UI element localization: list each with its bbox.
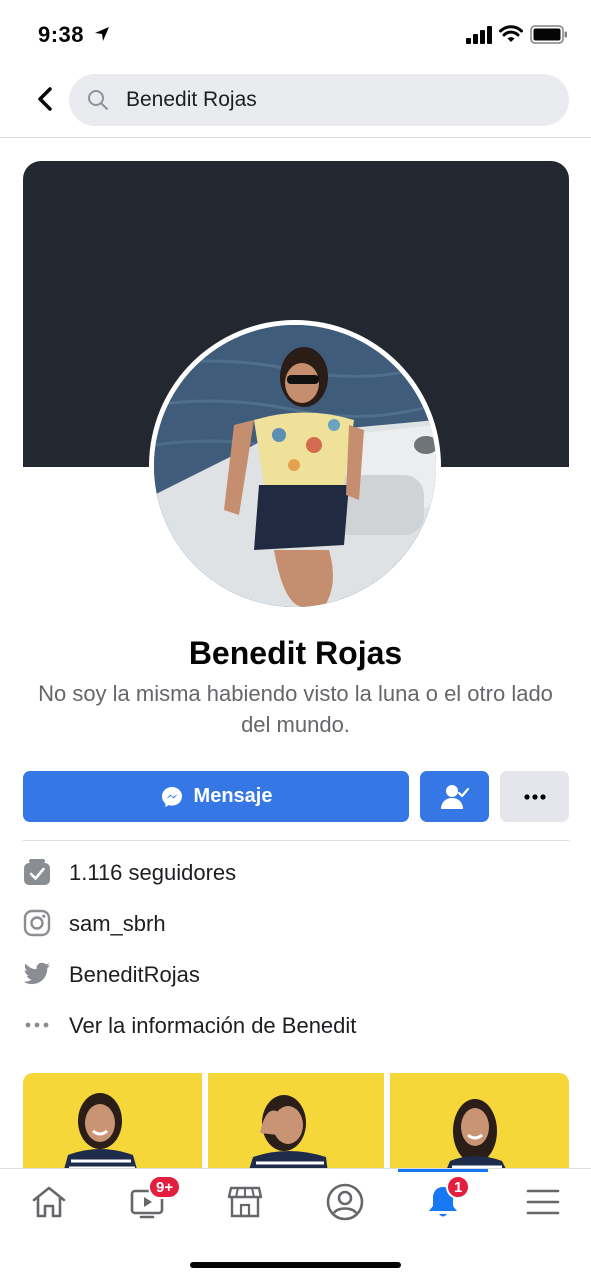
profile-bio: No soy la misma habiendo visto la luna o… [38, 681, 553, 737]
chevron-left-icon [38, 87, 52, 111]
followers-icon [23, 858, 51, 886]
instagram-handle[interactable]: sam_sbrh [69, 911, 166, 937]
twitter-row[interactable]: BeneditRojas [23, 954, 569, 994]
twitter-icon [23, 960, 51, 988]
search-query: Benedit Rojas [126, 88, 257, 111]
photo-thumbnail[interactable] [390, 1073, 569, 1173]
status-bar: 9:38 [0, 0, 591, 70]
nav-menu[interactable] [518, 1181, 568, 1223]
messenger-icon [161, 786, 182, 807]
search-header: Benedit Rojas [0, 70, 591, 138]
more-dots-icon [523, 793, 546, 800]
location-arrow-icon [95, 27, 109, 41]
photo-image [445, 1099, 508, 1173]
search-icon [88, 90, 108, 110]
divider [23, 840, 569, 841]
more-info-dots-icon [23, 1011, 51, 1039]
profile-photo [154, 325, 436, 607]
instagram-icon [23, 909, 51, 937]
more-info-row[interactable]: Ver la información de Benedit [23, 1005, 569, 1045]
hamburger-menu-icon [526, 1189, 560, 1215]
status-time: 9:38 [38, 22, 85, 47]
notifications-badge: 1 [446, 1175, 471, 1199]
marketplace-store-icon [227, 1186, 263, 1218]
profile-avatar[interactable] [149, 320, 441, 612]
photo-image [63, 1093, 138, 1173]
message-button[interactable]: Mensaje [23, 771, 409, 822]
profile-photo-image [154, 325, 436, 607]
friend-status-button[interactable] [420, 771, 489, 822]
wifi-icon [499, 25, 523, 42]
profile-name: Benedit Rojas [188, 635, 403, 671]
profile-avatar-icon [326, 1183, 364, 1221]
followers-count: 1.116 seguidores [69, 860, 237, 885]
home-indicator [190, 1262, 401, 1268]
nav-notifications[interactable]: 1 [418, 1175, 471, 1223]
photo-thumbnail[interactable] [208, 1073, 384, 1173]
more-options-button[interactable] [500, 771, 569, 822]
cellular-signal-icon [466, 26, 492, 44]
followers-row: 1.116 seguidores [23, 852, 569, 892]
watch-badge: 9+ [148, 1175, 182, 1199]
more-info-link[interactable]: Ver la información de Benedit [69, 1013, 356, 1039]
nav-marketplace[interactable] [220, 1181, 270, 1223]
search-input[interactable]: Benedit Rojas [69, 74, 569, 126]
friend-check-icon [440, 784, 469, 809]
photo-thumbnail[interactable] [23, 1073, 202, 1173]
battery-icon [530, 25, 567, 44]
active-tab-indicator [398, 1169, 488, 1172]
back-button[interactable] [30, 84, 60, 114]
nav-watch[interactable]: 9+ [122, 1175, 182, 1223]
instagram-row[interactable]: sam_sbrh [23, 903, 569, 943]
nav-profile[interactable] [320, 1181, 370, 1223]
nav-home[interactable] [24, 1181, 74, 1223]
home-icon [32, 1186, 66, 1218]
photo-image [248, 1095, 328, 1173]
message-button-label: Mensaje [193, 785, 273, 807]
twitter-handle[interactable]: BeneditRojas [69, 962, 200, 988]
